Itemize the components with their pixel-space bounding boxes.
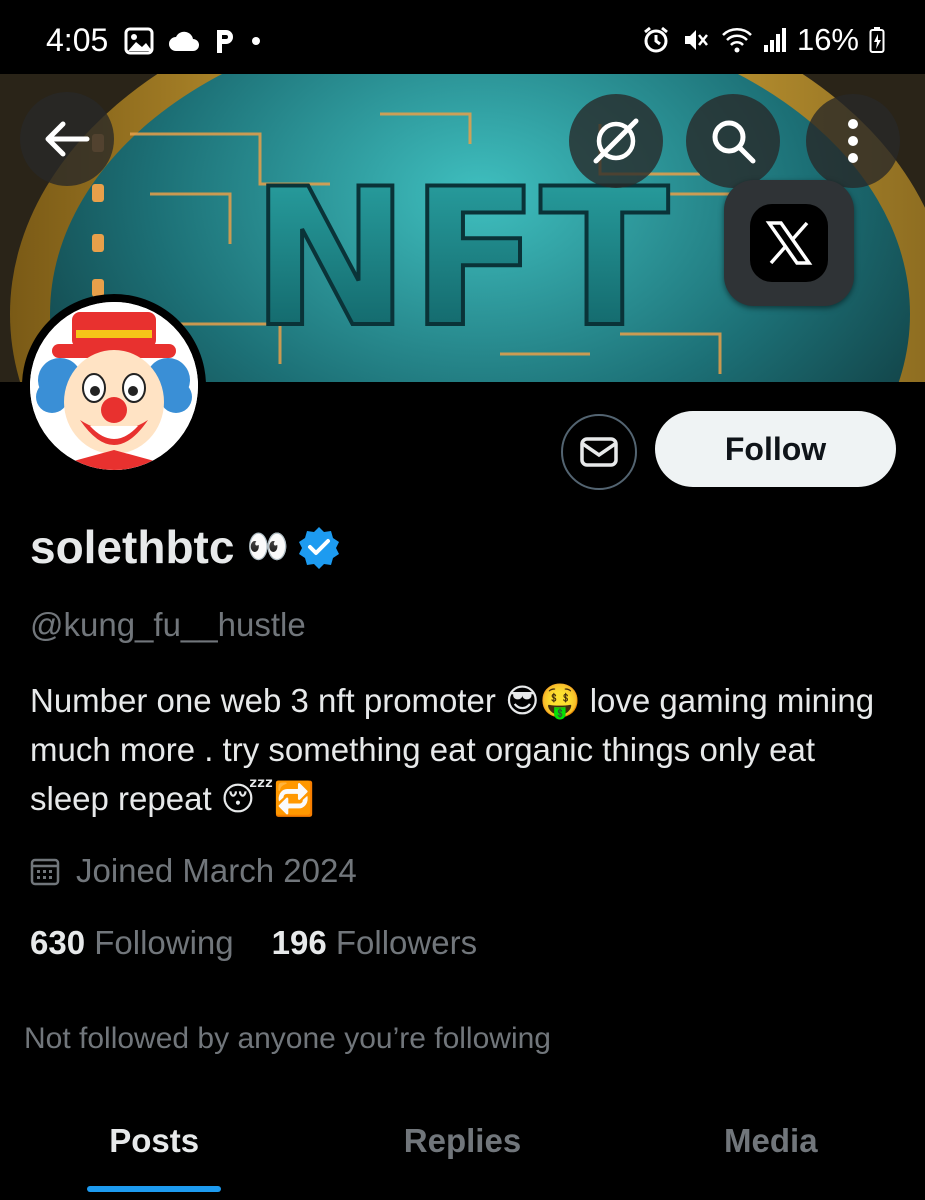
tab-media[interactable]: Media [617,1100,925,1200]
display-name-row: solethbtc 👀 [30,520,341,574]
following-count: 630 [30,924,86,961]
system-icons: 16% [641,22,885,58]
message-button[interactable] [561,414,637,490]
grok-icon [593,118,639,164]
alarm-icon [644,26,668,53]
follow-counts: 630 Following 196 Followers [30,924,477,962]
followers-label: Followers [335,924,478,961]
back-arrow-icon [45,121,90,157]
gallery-icon [124,27,154,55]
active-tab-indicator [87,1186,221,1192]
tab-replies[interactable]: Replies [308,1100,616,1200]
followers-count: 196 [271,924,327,961]
back-button[interactable] [20,92,114,186]
notification-icons [124,27,262,55]
battery-percent: 16% [796,22,859,57]
cloud-icon [169,31,199,51]
verified-badge-icon[interactable] [297,525,341,569]
not-followed-notice: Not followed by anyone you’re following [24,1022,551,1055]
p-app-icon [217,30,233,53]
signal-icon [763,28,786,52]
x-app-bubble[interactable] [724,180,854,306]
followers-link[interactable]: 196 Followers [272,924,477,962]
bio: Number one web 3 nft promoter 😎🤑 love ga… [30,682,875,817]
tab-posts[interactable]: Posts [0,1100,308,1200]
username-handle: @kung_fu__hustle [30,606,306,643]
profile-tabs: Posts Replies Media [0,1100,925,1200]
more-vertical-icon [848,119,858,163]
status-time: 4:05 [46,22,109,58]
calendar-icon [30,858,60,886]
follow-button[interactable]: Follow [655,411,896,487]
mute-icon [684,30,708,50]
joined-row: Joined March 2024 [30,852,357,890]
search-button[interactable] [686,94,780,188]
x-logo-icon [765,221,813,265]
display-name-emoji: 👀 [246,528,288,566]
more-options-button[interactable] [806,94,900,188]
display-name: solethbtc [30,521,235,573]
dot-icon [252,37,260,45]
following-label: Following [94,924,234,961]
wifi-icon [722,28,752,53]
avatar[interactable] [22,294,206,478]
following-link[interactable]: 630 Following [30,924,234,962]
battery-icon [869,27,885,53]
status-bar: 4:05 16% [0,0,925,74]
search-icon [712,120,756,164]
grok-button[interactable] [569,94,663,188]
envelope-icon [580,437,618,467]
joined-date: Joined March 2024 [76,852,357,889]
clown-avatar-image [30,302,198,470]
